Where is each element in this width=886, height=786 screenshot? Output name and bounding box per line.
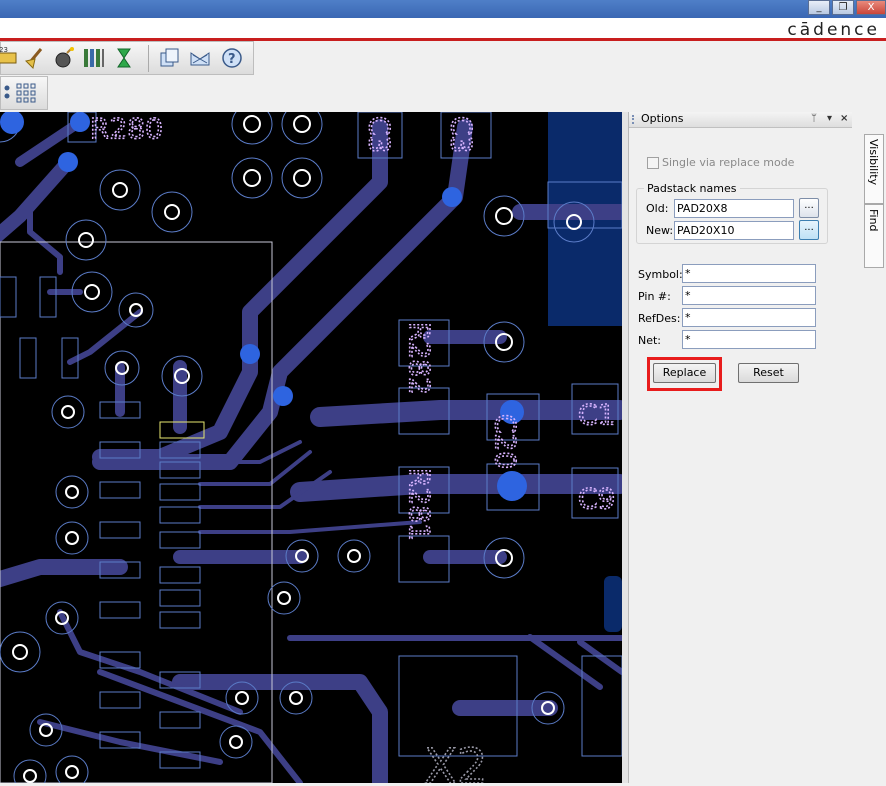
silk-label: C3 (363, 116, 396, 153)
old-label: Old: (646, 202, 669, 215)
refdes-input[interactable] (682, 308, 816, 327)
svg-text:23: 23 (0, 46, 8, 54)
grip-icon[interactable] (632, 115, 637, 124)
window-controls: _ ❐ X (806, 0, 886, 16)
browse-new-button[interactable]: ... (799, 220, 819, 240)
options-panel-header: Options ᛘ ▾ × (629, 112, 853, 128)
reset-button[interactable]: Reset (738, 363, 799, 383)
pin-label: Pin #: (638, 290, 671, 303)
help-icon[interactable]: ? (219, 45, 245, 71)
symbol-label: Symbol: (638, 268, 683, 281)
single-via-checkbox[interactable] (647, 157, 659, 169)
bars-icon[interactable] (81, 45, 107, 71)
silk-label: X2 (424, 739, 487, 783)
dot-matrix-icon[interactable] (13, 80, 39, 106)
old-padstack-input[interactable] (674, 199, 794, 218)
net-input[interactable] (682, 330, 816, 349)
browse-old-button[interactable]: ... (799, 198, 819, 218)
restore-button[interactable]: ❐ (832, 0, 854, 15)
svg-text:?: ? (228, 52, 236, 67)
bomb-icon[interactable] (51, 45, 77, 71)
toolbar-secondary (0, 76, 48, 110)
options-panel: Options ᛘ ▾ × Single via replace mode Pa… (628, 112, 853, 783)
replace-button[interactable]: Replace (653, 363, 716, 383)
minimize-button[interactable]: _ (808, 0, 830, 15)
pcb-board: R280 R282 R281 C3 C3 C20 C1 C9 X2 (0, 101, 630, 786)
silk-label: C1 (578, 398, 615, 431)
silk-label: C9 (578, 482, 615, 515)
new-padstack-input[interactable] (674, 221, 794, 240)
cadence-logo: cādence (787, 20, 880, 40)
brand-bar (0, 18, 886, 40)
symbol-input[interactable] (682, 264, 816, 283)
copper-plane (604, 576, 622, 632)
silk-label: R280 (90, 112, 163, 145)
silk-label: C20 (489, 414, 522, 469)
pin-input[interactable] (682, 286, 816, 305)
tab-visibility[interactable]: Visibility (864, 134, 884, 204)
side-tab-strip: Visibility Find (852, 112, 886, 783)
close-window-button[interactable]: X (856, 0, 886, 15)
tab-find-label: Find (867, 209, 880, 232)
options-panel-title: Options (641, 112, 684, 125)
dropdown-icon[interactable]: ▾ (827, 113, 832, 125)
component-outline (0, 241, 273, 784)
pin-icon[interactable]: ᛘ (811, 113, 817, 125)
new-label: New: (646, 224, 674, 237)
silk-label: C3 (445, 116, 478, 153)
silk-label: R282 (403, 322, 436, 395)
toolbar-main: 23 ? (0, 41, 254, 75)
single-via-label: Single via replace mode (662, 156, 795, 169)
copy-icon[interactable] (157, 45, 183, 71)
refdes-label: RefDes: (638, 312, 681, 325)
silk-label: R281 (403, 468, 436, 541)
broom-icon[interactable] (21, 45, 47, 71)
transfer-icon[interactable] (187, 45, 213, 71)
tab-find[interactable]: Find (864, 204, 884, 268)
hourglass-icon[interactable] (111, 45, 137, 71)
title-bar: _ ❐ X (0, 0, 886, 18)
tab-visibility-label: Visibility (867, 139, 880, 186)
close-icon[interactable]: × (840, 113, 848, 125)
padstack-group-label: Padstack names (644, 182, 740, 195)
pcb-canvas[interactable]: R280 R282 R281 C3 C3 C20 C1 C9 X2 (0, 101, 630, 786)
ruler-icon[interactable]: 23 (0, 45, 21, 71)
net-label: Net: (638, 334, 662, 347)
